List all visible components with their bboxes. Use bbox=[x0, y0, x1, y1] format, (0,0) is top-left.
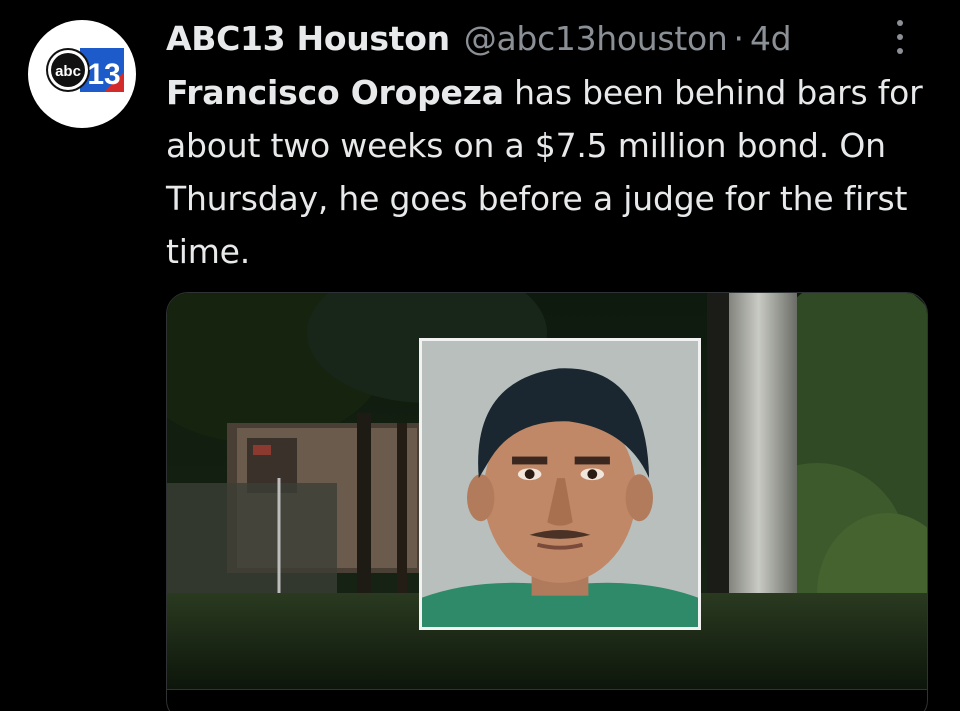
logo-13-text: 13 bbox=[87, 58, 120, 91]
author-display-name[interactable]: ABC13 Houston bbox=[166, 19, 450, 58]
abc13-logo-icon: abc 13 bbox=[46, 44, 126, 94]
tweet-text: Francisco Oropeza has been behind bars f… bbox=[166, 66, 946, 278]
avatar[interactable]: abc 13 bbox=[28, 20, 136, 128]
mugshot-image bbox=[419, 338, 701, 630]
timestamp[interactable]: 4d bbox=[750, 19, 792, 58]
more-vertical-icon[interactable] bbox=[890, 16, 910, 58]
tweet[interactable]: abc 13 ABC13 Houston @abc13houston · 4d … bbox=[0, 0, 960, 711]
media-card[interactable] bbox=[166, 292, 928, 711]
separator-dot: · bbox=[733, 18, 744, 58]
author-handle[interactable]: @abc13houston bbox=[464, 19, 728, 58]
media-caption-bar bbox=[167, 689, 927, 711]
tweet-header: ABC13 Houston @abc13houston · 4d bbox=[166, 12, 940, 64]
logo-abc-text: abc bbox=[55, 63, 81, 80]
tweet-text-bold-name[interactable]: Francisco Oropeza bbox=[166, 73, 504, 112]
